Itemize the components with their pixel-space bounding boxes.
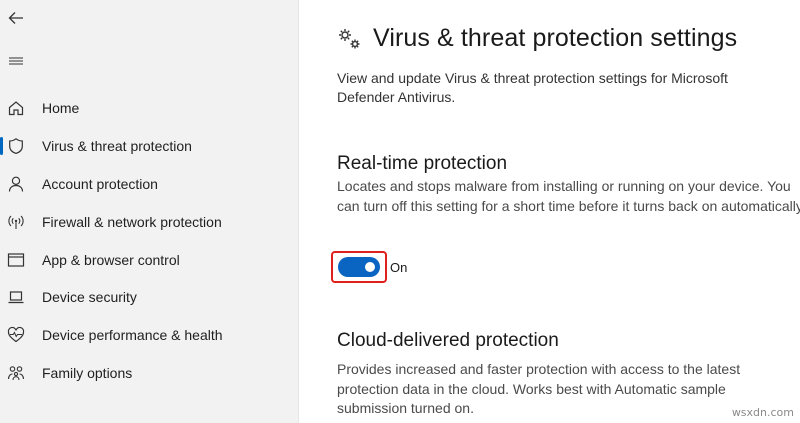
sidebar-item-app-browser-control[interactable]: App & browser control (0, 242, 299, 278)
sidebar-item-label: Family options (42, 365, 133, 381)
family-icon (7, 364, 25, 382)
heart-pulse-icon (7, 326, 25, 344)
realtime-protection-title: Real-time protection (337, 153, 508, 174)
main-content: Virus & threat protection settings View … (300, 0, 800, 423)
sidebar-item-label: Device security (42, 289, 137, 305)
toggle-knob (365, 262, 375, 272)
shield-icon (7, 137, 25, 155)
realtime-protection-toggle[interactable] (331, 251, 387, 283)
sidebar-item-label: Home (42, 100, 80, 116)
page-description: View and update Virus & threat protectio… (337, 70, 728, 105)
app-window-icon (7, 251, 25, 269)
back-arrow-icon (8, 12, 23, 24)
gears-icon (339, 28, 360, 48)
sidebar-item-virus-threat-protection[interactable]: Virus & threat protection (0, 128, 299, 164)
realtime-protection-description: Locates and stops malware from installin… (337, 178, 800, 214)
toggle-state-label: On (390, 260, 408, 275)
sidebar-item-label: Virus & threat protection (42, 138, 192, 154)
home-icon (7, 99, 25, 117)
cloud-protection-title: Cloud-delivered protection (337, 330, 559, 351)
sidebar-item-device-security[interactable]: Device security (0, 279, 299, 315)
toggle-track (338, 257, 380, 277)
page-title: Virus & threat protection settings (373, 24, 738, 52)
hamburger-icon (9, 57, 23, 65)
sidebar-item-home[interactable]: Home (0, 90, 299, 126)
sidebar-item-device-performance-health[interactable]: Device performance & health (0, 317, 299, 353)
sidebar-item-label: Firewall & network protection (42, 214, 222, 230)
menu-button[interactable] (4, 49, 28, 73)
wifi-antenna-icon (7, 213, 25, 231)
person-icon (7, 175, 25, 193)
cloud-protection-description: Provides increased and faster protection… (337, 361, 741, 416)
sidebar-item-account-protection[interactable]: Account protection (0, 166, 299, 202)
laptop-icon (7, 288, 25, 306)
sidebar-item-firewall-network-protection[interactable]: Firewall & network protection (0, 204, 299, 240)
watermark: wsxdn.com (731, 406, 794, 419)
sidebar-item-family-options[interactable]: Family options (0, 355, 299, 391)
back-button[interactable] (4, 6, 28, 30)
sidebar-item-label: App & browser control (42, 252, 180, 268)
sidebar-item-label: Account protection (42, 176, 158, 192)
sidebar-item-label: Device performance & health (42, 327, 223, 343)
page-header: Virus & threat protection settings (337, 24, 737, 53)
sidebar: Home Virus & threat protection Account p… (0, 0, 299, 423)
